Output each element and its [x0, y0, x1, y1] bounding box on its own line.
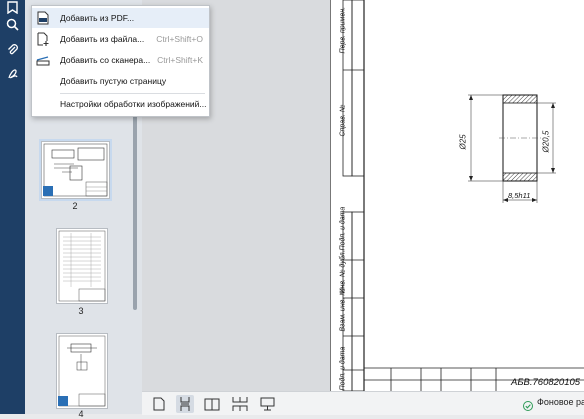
dimension-label: Ø25: [458, 134, 468, 150]
drawing-sheet: Перв. примен. Справ. № Подп. и дата Инв.…: [330, 0, 584, 391]
page-doc-icon: [43, 186, 53, 196]
presentation-icon[interactable]: [258, 395, 276, 413]
dimension-label: Ø20,5: [541, 130, 551, 153]
background-task-status[interactable]: Фоновое ра: [537, 397, 584, 407]
check-icon: [523, 398, 533, 411]
page-thumbnail[interactable]: [39, 139, 112, 201]
page-number: 4: [78, 409, 84, 419]
drawing-side-label: Взам. инв. №: [339, 288, 347, 332]
view-mode-toolbar: Фоновое ра: [142, 391, 584, 415]
drawing-side-label: Подп. и дата: [339, 346, 347, 391]
page-thumbnail[interactable]: [56, 333, 108, 409]
drawing-title-code: АБВ.760820105: [511, 377, 581, 388]
scanner-icon: [36, 53, 50, 67]
page-doc-icon: [58, 396, 68, 406]
add-pages-menu: Добавить из PDF... Добавить из файла... …: [31, 5, 210, 117]
two-page-scroll-icon[interactable]: [231, 395, 249, 413]
dimension-label: 8,5h11: [508, 191, 531, 200]
search-icon[interactable]: [5, 17, 20, 32]
menu-item-add-from-pdf[interactable]: Добавить из PDF...: [32, 8, 209, 28]
menu-item-add-from-file[interactable]: Добавить из файла... Ctrl+Shift+O: [32, 29, 209, 49]
single-page-icon[interactable]: [150, 395, 168, 413]
two-page-icon[interactable]: [203, 395, 221, 413]
drawing-side-label: Перв. примен.: [339, 6, 347, 54]
signature-icon[interactable]: [5, 66, 20, 81]
drawing-side-label: Подп. и дата: [339, 206, 347, 251]
pdf-file-icon: [36, 11, 50, 25]
page-thumbnail[interactable]: [56, 228, 108, 304]
menu-item-add-from-scanner[interactable]: Добавить со сканера... Ctrl+Shift+K: [32, 50, 209, 70]
menu-item-image-processing-settings[interactable]: Настройки обработки изображений...: [32, 94, 209, 114]
page-number: 3: [78, 306, 84, 316]
thumbnail-scrollbar[interactable]: [133, 110, 137, 310]
bookmark-icon[interactable]: [5, 0, 20, 15]
attachment-icon[interactable]: [5, 42, 20, 57]
page-number: 2: [72, 201, 78, 211]
menu-item-add-blank-page[interactable]: Добавить пустую страницу: [32, 71, 209, 91]
file-add-icon: [36, 32, 50, 46]
left-toolbar: [0, 0, 25, 414]
continuous-scroll-icon[interactable]: [176, 395, 194, 413]
drawing-side-label: Справ. №: [339, 104, 347, 137]
